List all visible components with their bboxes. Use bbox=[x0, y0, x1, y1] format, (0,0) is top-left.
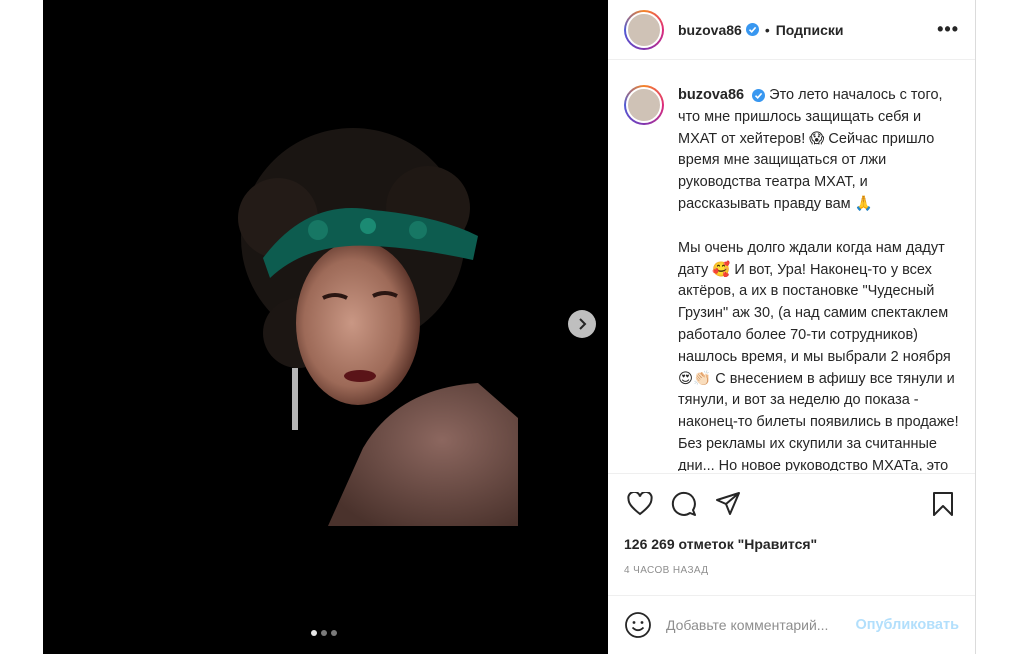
save-button[interactable] bbox=[927, 488, 959, 520]
caption-username[interactable]: buzova86 bbox=[678, 87, 744, 103]
post-sidebar: buzova86 • Подписки ••• buzova86 Это лет… bbox=[608, 0, 976, 654]
bookmark-icon bbox=[933, 491, 953, 516]
post-header: buzova86 • Подписки ••• bbox=[608, 0, 975, 60]
heart-icon bbox=[627, 491, 653, 515]
carousel-indicator bbox=[311, 630, 337, 636]
instagram-post-page: buzova86 • Подписки ••• buzova86 Это лет… bbox=[0, 0, 1024, 654]
comment-icon bbox=[671, 491, 696, 516]
caption-text: buzova86 Это лето началось с того, что м… bbox=[678, 85, 959, 471]
comments-section[interactable]: buzova86 Это лето началось с того, что м… bbox=[608, 61, 975, 471]
post-photo bbox=[188, 118, 518, 526]
caption-row: buzova86 Это лето началось с того, что м… bbox=[624, 85, 959, 471]
separator-dot: • bbox=[764, 21, 770, 38]
verified-badge-icon bbox=[745, 23, 759, 36]
caption-paragraph-2: Мы очень долго ждали когда нам дадут дат… bbox=[678, 239, 959, 471]
avatar[interactable] bbox=[624, 9, 664, 50]
carousel-dot bbox=[321, 630, 327, 636]
more-options-button[interactable]: ••• bbox=[937, 19, 959, 40]
caption-paragraph-1: Это лето началось с того, что мне пришло… bbox=[678, 87, 943, 212]
post-media bbox=[43, 0, 608, 654]
action-bar bbox=[608, 473, 975, 533]
like-button[interactable] bbox=[624, 488, 656, 520]
carousel-dot-active bbox=[311, 630, 317, 636]
carousel-dot bbox=[331, 630, 337, 636]
avatar[interactable] bbox=[624, 85, 664, 125]
comment-button[interactable] bbox=[668, 488, 700, 520]
publish-button[interactable]: Опубликовать bbox=[855, 617, 959, 633]
emoji-icon[interactable] bbox=[624, 611, 652, 639]
verified-badge-icon bbox=[752, 88, 766, 102]
like-count[interactable]: 126 269 отметок "Нравится" bbox=[624, 536, 817, 552]
chevron-right-icon bbox=[579, 318, 587, 330]
post-timestamp[interactable]: 4 ЧАСОВ НАЗАД bbox=[624, 565, 708, 576]
share-button[interactable] bbox=[712, 488, 744, 520]
paper-plane-icon bbox=[716, 491, 740, 515]
comment-input[interactable] bbox=[666, 617, 856, 633]
next-slide-button[interactable] bbox=[568, 310, 596, 338]
username-link[interactable]: buzova86 bbox=[678, 22, 742, 38]
add-comment-bar: Опубликовать bbox=[608, 595, 975, 654]
following-button[interactable]: Подписки bbox=[776, 22, 844, 38]
